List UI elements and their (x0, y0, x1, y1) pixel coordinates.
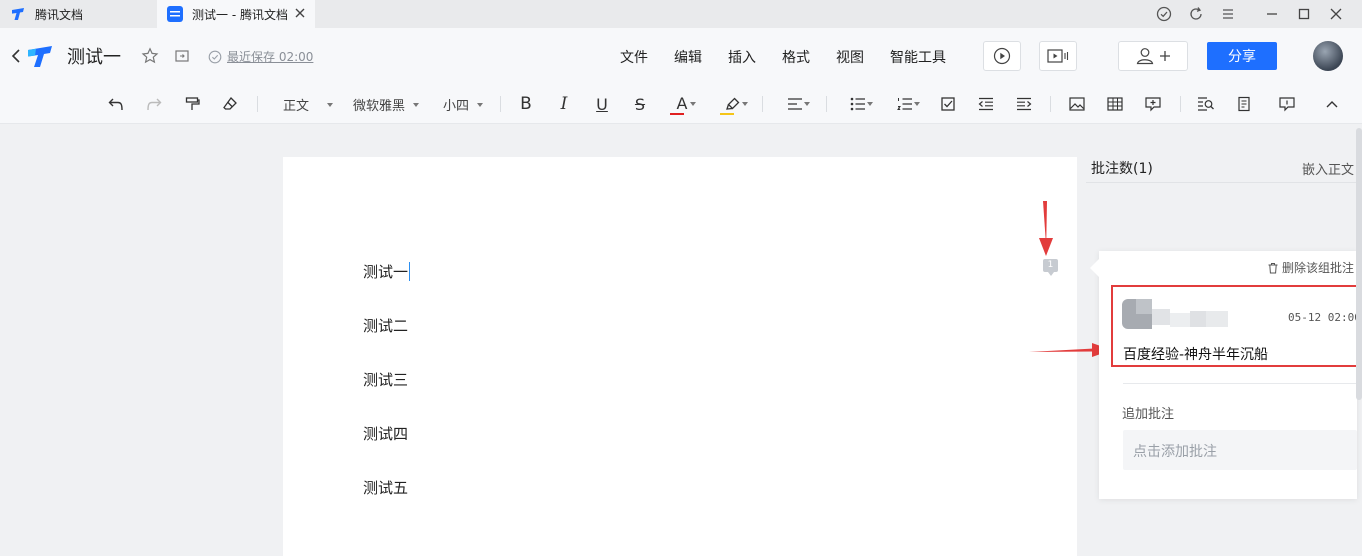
paragraph[interactable]: 测试三 (363, 369, 408, 390)
paragraph[interactable]: 测试四 (363, 423, 408, 444)
menu-insert[interactable]: 插入 (728, 47, 756, 67)
insert-table-icon[interactable] (1105, 94, 1125, 114)
user-avatar[interactable] (1313, 41, 1343, 71)
document-page[interactable]: 测试一 测试二 测试三 测试四 测试五 1 (283, 157, 1077, 556)
add-comment-input[interactable]: 点击添加批注 (1123, 430, 1357, 470)
menu-edit[interactable]: 编辑 (674, 47, 702, 67)
title-bar: 腾讯文档 测试一 - 腾讯文档 (0, 0, 1362, 28)
bullet-list-button[interactable] (843, 94, 873, 114)
paragraph[interactable]: 测试一 (363, 261, 411, 282)
strikethrough-button[interactable]: S (630, 94, 650, 114)
close-tab-icon[interactable] (293, 6, 307, 20)
toolbar-separator (1180, 96, 1181, 112)
font-color-button[interactable]: A (668, 94, 696, 115)
comment-panel-header: 批注数(1) 嵌入正文 (1086, 157, 1356, 183)
menu-format[interactable]: 格式 (782, 47, 810, 67)
add-comment-label: 追加批注 (1122, 407, 1175, 422)
menu-smart-tools[interactable]: 智能工具 (890, 47, 946, 67)
star-icon[interactable] (141, 47, 159, 65)
save-status: 最近保存 02:00 (208, 48, 313, 65)
doc-header: 测试一 最近保存 02:00 文件 编辑 插入 格式 视图 智能工具 分享 (0, 28, 1362, 84)
align-button[interactable] (780, 94, 810, 114)
paragraph[interactable]: 测试五 (363, 477, 408, 498)
presentation-icon (1047, 49, 1069, 63)
play-button[interactable] (983, 41, 1021, 71)
embed-in-body-button[interactable]: 嵌入正文 (1302, 159, 1354, 178)
numbered-list-button[interactable] (890, 94, 920, 114)
redo-icon[interactable] (144, 94, 164, 114)
font-size-select[interactable]: 小四 (443, 95, 484, 114)
tab-current-doc[interactable]: 测试一 - 腾讯文档 (157, 0, 315, 28)
move-to-folder-icon[interactable] (174, 48, 190, 64)
toolbar-separator (1050, 96, 1051, 112)
play-icon (993, 47, 1011, 65)
comment-divider (1123, 383, 1357, 384)
bullet-list-icon (850, 97, 865, 111)
checklist-icon[interactable] (938, 94, 958, 114)
add-collaborator-icon (1136, 48, 1170, 65)
tencent-docs-logo (28, 46, 52, 67)
comment-panel-icon[interactable] (1277, 94, 1297, 114)
highlight-box (1111, 285, 1359, 367)
doc-title[interactable]: 测试一 (67, 43, 121, 69)
decrease-indent-icon[interactable] (976, 94, 996, 114)
text-cursor (409, 262, 411, 281)
back-icon[interactable] (11, 48, 21, 64)
find-replace-icon[interactable] (1196, 94, 1216, 114)
check-circle-icon[interactable] (1156, 6, 1172, 22)
saved-check-icon (208, 50, 222, 63)
collapse-toolbar-icon[interactable] (1322, 94, 1342, 114)
menu-icon[interactable] (1220, 6, 1236, 22)
toolbar-separator (500, 96, 501, 112)
numbered-list-icon (897, 98, 912, 110)
paragraph-style-select[interactable]: 正文 (283, 95, 334, 114)
toolbar-separator (257, 96, 258, 112)
toolbar-separator (762, 96, 763, 112)
maximize-icon[interactable] (1296, 6, 1312, 22)
comment-panel-scrollbar[interactable] (1356, 128, 1362, 400)
menu-view[interactable]: 视图 (836, 47, 864, 67)
insert-comment-icon[interactable] (1143, 94, 1163, 114)
share-button[interactable]: 分享 (1207, 42, 1277, 70)
highlight-color-bar (720, 113, 734, 115)
clear-format-icon[interactable] (220, 94, 240, 114)
presentation-button[interactable] (1039, 41, 1077, 71)
font-color-bar (670, 113, 684, 115)
paragraph[interactable]: 测试二 (363, 315, 408, 336)
refresh-icon[interactable] (1188, 6, 1204, 22)
save-status-text[interactable]: 最近保存 02:00 (227, 48, 313, 65)
document-icon (167, 6, 183, 22)
font-family-select[interactable]: 微软雅黑 (353, 95, 420, 114)
delete-comment-group-button[interactable]: 删除该组批注 (1267, 259, 1354, 276)
annotation-arrow-down (1039, 201, 1053, 256)
close-window-icon[interactable] (1328, 6, 1344, 22)
collaborate-button[interactable] (1118, 41, 1188, 71)
italic-button[interactable]: I (554, 94, 574, 114)
tab-label: 腾讯文档 (35, 7, 84, 22)
comment-count: 批注数(1) (1091, 161, 1153, 177)
toolbar-separator (826, 96, 827, 112)
align-left-icon (788, 98, 802, 110)
comment-marker-icon[interactable]: 1 (1043, 259, 1058, 276)
tencent-docs-icon (10, 6, 26, 22)
minimize-icon[interactable] (1264, 6, 1280, 22)
highlight-button[interactable] (718, 94, 748, 115)
underline-button[interactable]: U (592, 94, 612, 114)
menu-file[interactable]: 文件 (620, 47, 648, 67)
document-info-icon[interactable] (1234, 94, 1254, 114)
increase-indent-icon[interactable] (1014, 94, 1034, 114)
format-toolbar: 正文 微软雅黑 小四 B I U S A (0, 84, 1362, 124)
highlighter-icon (726, 97, 740, 110)
undo-icon[interactable] (106, 94, 126, 114)
tab-tencent-docs[interactable]: 腾讯文档 (0, 0, 157, 28)
bold-button[interactable]: B (516, 94, 536, 114)
trash-icon (1268, 262, 1278, 273)
format-painter-icon[interactable] (182, 94, 202, 114)
insert-image-icon[interactable] (1067, 94, 1087, 114)
tab-label: 测试一 - 腾讯文档 (192, 7, 288, 22)
